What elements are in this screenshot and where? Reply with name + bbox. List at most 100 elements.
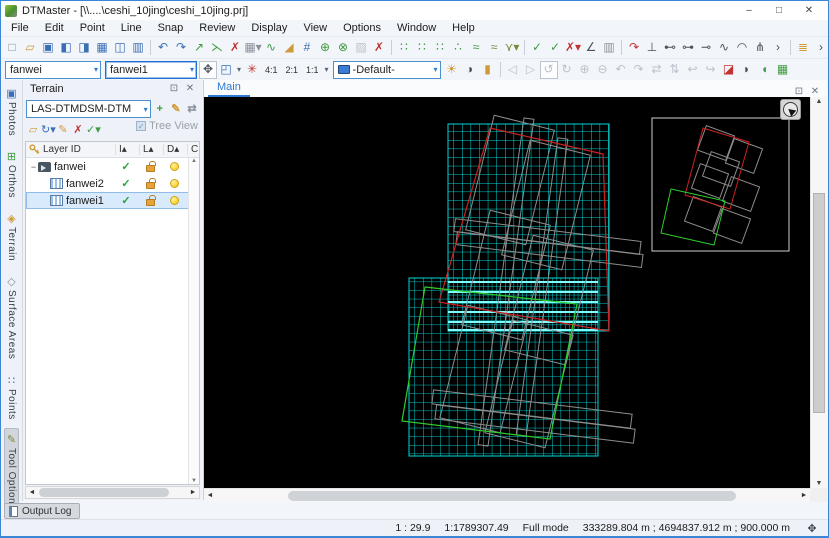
zoom-region-button[interactable]: ◰: [217, 61, 235, 79]
layer-overflow-chevron[interactable]: ›: [812, 39, 828, 57]
minimize-button[interactable]: –: [734, 2, 764, 20]
edit-layer-button[interactable]: ✎: [56, 122, 70, 140]
reset-view-button[interactable]: ↩: [684, 61, 702, 79]
snap-spline-button[interactable]: ∿: [715, 39, 733, 57]
sidebar-item-orthos[interactable]: ⊞ Orthos: [4, 145, 19, 204]
pan-left-button[interactable]: ↶: [612, 61, 630, 79]
visibility-bulb-icon[interactable]: [169, 179, 179, 188]
unlocked-icon[interactable]: [145, 195, 156, 206]
layer-row-fanwei[interactable]: − fanwei ✓: [26, 158, 199, 175]
scroll-down-icon[interactable]: ▼: [189, 478, 199, 484]
included-check-icon[interactable]: ✓: [121, 194, 130, 207]
stereo-glasses-button[interactable]: ◗: [738, 61, 756, 79]
scroll-up-icon[interactable]: ▲: [811, 98, 827, 105]
tab-main[interactable]: Main: [208, 80, 250, 97]
sidebar-item-surface-areas[interactable]: ◇ Surface Areas: [4, 270, 19, 365]
previous-view-button[interactable]: ◁: [504, 61, 522, 79]
save-button[interactable]: ▣: [39, 39, 57, 57]
sync-dataset-button[interactable]: ⇄: [185, 101, 199, 117]
snap-endpoint-button[interactable]: ⊷: [661, 39, 679, 57]
snap-perpendicular-button[interactable]: ⊥: [643, 39, 661, 57]
menu-item[interactable]: Options: [335, 20, 389, 37]
snap-arc-button[interactable]: ◠: [733, 39, 751, 57]
viewport-vertical-scrollbar[interactable]: ▲ ▼: [810, 97, 827, 488]
stereo-mode-button[interactable]: ◖: [756, 61, 774, 79]
scroll-right-icon[interactable]: ►: [187, 489, 199, 496]
section-columns-button[interactable]: ▥: [600, 39, 618, 57]
menu-item[interactable]: Display: [243, 20, 295, 37]
scroll-left-icon[interactable]: ◄: [26, 489, 38, 496]
delete-feature-button[interactable]: ✗: [226, 39, 244, 57]
layer-row-fanwei2[interactable]: fanwei2 ✓: [26, 175, 199, 192]
rotate-right-button[interactable]: ↻: [558, 61, 576, 79]
accept-check-button[interactable]: ✓: [528, 39, 546, 57]
import-terrain-button[interactable]: ≈: [467, 39, 485, 57]
new-file-button[interactable]: □: [3, 39, 21, 57]
scrollbar-thumb[interactable]: [39, 488, 169, 497]
separator[interactable]: [621, 40, 622, 55]
refresh-view-button[interactable]: ↪: [702, 61, 720, 79]
flip-view-button[interactable]: ⇄: [648, 61, 666, 79]
scroll-right-icon[interactable]: ►: [798, 492, 810, 499]
import-layer-button[interactable]: ▱: [26, 122, 40, 140]
patch-terrain-button[interactable]: ◢: [280, 39, 298, 57]
smooth-terrain-button[interactable]: ∿: [262, 39, 280, 57]
output-log-tab[interactable]: Output Log: [4, 503, 81, 519]
edit-dataset-button[interactable]: ✎: [169, 101, 183, 117]
menu-item[interactable]: Line: [113, 20, 150, 37]
zoom-out-button[interactable]: ⊖: [594, 61, 612, 79]
layer-manager-button[interactable]: ≣: [794, 39, 812, 57]
flag-point-button[interactable]: ⊕: [316, 39, 334, 57]
float-view-icon[interactable]: ⊡: [791, 86, 807, 97]
classify-points-button[interactable]: ≈: [485, 39, 503, 57]
snap-nearest-button[interactable]: ⊸: [697, 39, 715, 57]
menu-item[interactable]: Snap: [150, 20, 192, 37]
sidebar-item-points[interactable]: ∷ Points: [4, 369, 19, 426]
sidebar-item-terrain[interactable]: ◈ Terrain: [4, 207, 19, 267]
separator[interactable]: [524, 40, 525, 55]
strip-view-button[interactable]: ▥: [129, 39, 147, 57]
layer-row-fanwei1[interactable]: fanwei1 ✓: [26, 192, 199, 209]
ratio-2-1-button[interactable]: 2:1: [282, 65, 303, 75]
viewport-horizontal-scrollbar[interactable]: ◄ ►: [204, 488, 810, 502]
sidebar-item-photos[interactable]: ▣ Photos: [4, 82, 19, 142]
match-grid-button[interactable]: ∷: [431, 39, 449, 57]
tree-view-checkbox[interactable]: ✓ Tree View: [136, 120, 198, 132]
menu-item[interactable]: Help: [444, 20, 483, 37]
menu-item[interactable]: Edit: [37, 20, 72, 37]
grid-tools-dropdown-button[interactable]: ▦▾: [244, 39, 262, 57]
menu-item[interactable]: Point: [72, 20, 113, 37]
flag-area-button[interactable]: ⊗: [334, 39, 352, 57]
ratio-1-1-button[interactable]: 1:1: [302, 65, 323, 75]
match-dense-button[interactable]: ∷: [413, 39, 431, 57]
open-project-button[interactable]: ▱: [21, 39, 39, 57]
edit-vertex-button[interactable]: ↗: [190, 39, 208, 57]
filter-dropdown-button[interactable]: ⋎▾: [503, 39, 521, 57]
image-pair-button[interactable]: ◫: [111, 39, 129, 57]
scrollbar-thumb[interactable]: [813, 193, 825, 413]
maximize-button[interactable]: □: [764, 2, 794, 20]
menu-item[interactable]: Review: [191, 20, 243, 37]
delete-grid-cell-button[interactable]: ✗: [370, 39, 388, 57]
match-points-button[interactable]: ∷: [395, 39, 413, 57]
rotate-left-button[interactable]: ↺: [539, 60, 558, 79]
close-panel-icon[interactable]: ✕: [182, 83, 198, 94]
next-view-button[interactable]: ▷: [522, 61, 540, 79]
scroll-up-icon[interactable]: ▲: [189, 158, 199, 164]
add-dataset-button[interactable]: +: [153, 101, 167, 117]
dataset-combo[interactable]: LAS-DTMDSM-DTM ▾: [26, 100, 151, 118]
visibility-bulb-icon[interactable]: [169, 162, 179, 171]
zoom-in-button[interactable]: ⊕: [576, 61, 594, 79]
delete-layer-button[interactable]: ✗: [71, 122, 85, 140]
close-view-icon[interactable]: ✕: [807, 86, 823, 97]
undo-button[interactable]: ↶: [154, 39, 172, 57]
menu-item[interactable]: File: [3, 20, 37, 37]
overlap-display-button[interactable]: ◪: [720, 61, 738, 79]
separator[interactable]: [150, 40, 151, 55]
layer-combo[interactable]: fanwei1 ▾: [105, 60, 197, 79]
brightness-button[interactable]: ☀: [443, 61, 461, 79]
profile-tool-button[interactable]: ∠: [582, 39, 600, 57]
lock-button[interactable]: ▮: [479, 61, 497, 79]
stamp-button[interactable]: ▨: [352, 39, 370, 57]
scroll-left-icon[interactable]: ◄: [204, 492, 216, 499]
